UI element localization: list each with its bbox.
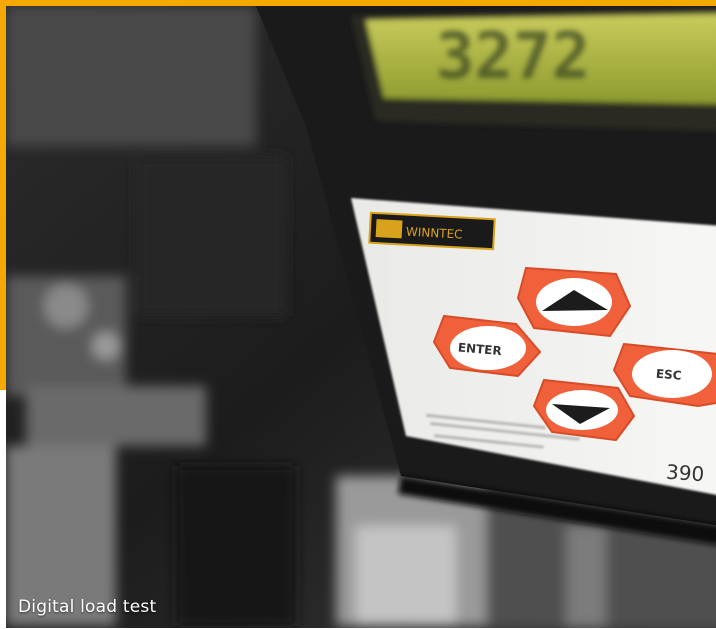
photo: 3272 WINNTEC ENTER ESC 390 <box>6 6 716 628</box>
model-number: 390 <box>665 460 705 487</box>
photo-frame: 3272 WINNTEC ENTER ESC 390 Digital load … <box>0 0 716 629</box>
brand-text: WINNTEC <box>406 225 463 242</box>
up-button <box>516 266 632 338</box>
photo-scene: 3272 WINNTEC ENTER ESC 390 <box>6 6 716 628</box>
lcd-reading: 3272 <box>436 20 590 94</box>
esc-label: ESC <box>655 367 682 383</box>
caption: Digital load test <box>18 597 157 617</box>
brand-logo: WINNTEC <box>368 211 496 251</box>
esc-button: ESC <box>612 342 716 408</box>
